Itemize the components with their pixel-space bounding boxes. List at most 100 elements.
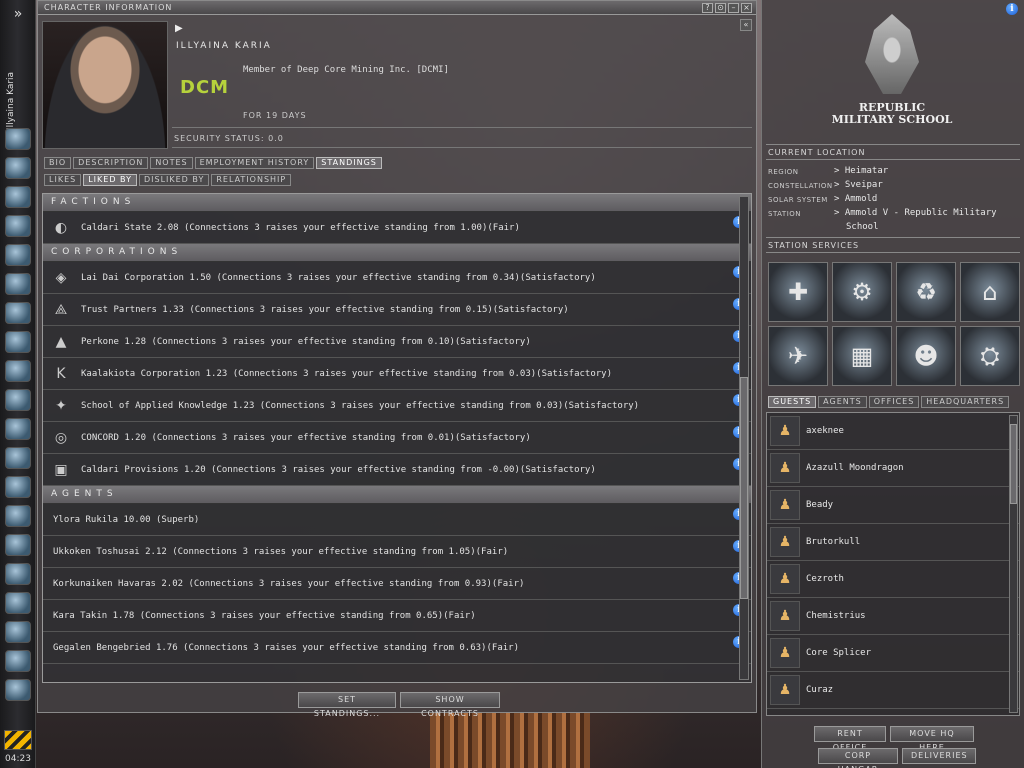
- options-button[interactable]: ⊙: [715, 3, 726, 13]
- corp-hangar-button[interactable]: CORP HANGAR: [818, 748, 898, 768]
- factory-icon[interactable]: ▦: [832, 326, 892, 386]
- market-icon[interactable]: ⌂: [960, 262, 1020, 322]
- station-value[interactable]: > Ammold V - Republic Military: [834, 208, 997, 218]
- tab-standings[interactable]: STANDINGS: [316, 157, 382, 169]
- bounty-office-icon[interactable]: ☻: [896, 326, 956, 386]
- subtab-liked-by[interactable]: LIKED BY: [83, 174, 137, 186]
- solar-system-value[interactable]: > Ammold: [834, 194, 877, 204]
- section-header-corporations[interactable]: CORPORATIONS: [43, 244, 751, 262]
- guest-row[interactable]: ♟ Core Splicer: [767, 635, 1019, 672]
- guest-row[interactable]: ♟ Azazull Moondragon: [767, 450, 1019, 487]
- cargo-icon[interactable]: [5, 389, 31, 411]
- medical-clone-icon[interactable]: ✚: [768, 262, 828, 322]
- pilot-icon[interactable]: ♟: [770, 601, 800, 631]
- tab-bio[interactable]: BIO: [44, 157, 72, 169]
- move-hq-button[interactable]: MOVE HQ HERE: [890, 726, 974, 752]
- station-info-icon[interactable]: i: [1006, 3, 1018, 15]
- deliveries-button[interactable]: DELIVERIES: [902, 748, 976, 764]
- map-icon[interactable]: [5, 244, 31, 266]
- ship-hangar-icon[interactable]: ⛭: [960, 326, 1020, 386]
- pilot-icon[interactable]: ♟: [770, 416, 800, 446]
- neocom-minimize-chevrons[interactable]: [4, 730, 32, 750]
- scrollbar-thumb[interactable]: [740, 377, 748, 599]
- star-map-icon[interactable]: [5, 360, 31, 382]
- collapse-button[interactable]: «: [740, 19, 752, 31]
- standing-row[interactable]: Ukkoken Toshusai 2.12 (Connections 3 rai…: [43, 536, 751, 568]
- pilot-icon[interactable]: ♟: [770, 564, 800, 594]
- guest-row[interactable]: ♟ Brutorkull: [767, 524, 1019, 561]
- standing-row[interactable]: ✦ School of Applied Knowledge 1.23 (Conne…: [43, 390, 751, 422]
- corp-logo[interactable]: DCM: [180, 77, 236, 101]
- subtab-relationship[interactable]: RELATIONSHIP: [211, 174, 292, 186]
- character-portrait[interactable]: [42, 21, 168, 149]
- help-icon[interactable]: [5, 476, 31, 498]
- ship-icon[interactable]: [5, 650, 31, 672]
- standing-row[interactable]: ▲ Perkone 1.28 (Connections 3 raises your…: [43, 326, 751, 358]
- expand-arrow-icon[interactable]: ▶: [175, 23, 183, 34]
- wallet-icon[interactable]: [5, 505, 31, 527]
- standing-row[interactable]: ◈ Lai Dai Corporation 1.50 (Connections 3…: [43, 262, 751, 294]
- skills-icon[interactable]: [5, 418, 31, 440]
- standings-scrollbar[interactable]: [739, 196, 749, 680]
- guest-row[interactable]: ♟ Chemistrius: [767, 598, 1019, 635]
- pilot-icon[interactable]: ♟: [770, 675, 800, 705]
- calculator-icon[interactable]: [5, 447, 31, 469]
- fitting-icon[interactable]: ✈: [768, 326, 828, 386]
- help-desk-icon[interactable]: [5, 534, 31, 556]
- set-standings-button[interactable]: SET STANDINGS...: [298, 692, 396, 718]
- tab-notes[interactable]: NOTES: [150, 157, 193, 169]
- close-button[interactable]: ×: [741, 3, 752, 13]
- minimize-button[interactable]: –: [728, 3, 739, 13]
- standing-row[interactable]: Kara Takin 1.78 (Connections 3 raises yo…: [43, 600, 751, 632]
- rent-office-button[interactable]: RENT OFFICE: [814, 726, 886, 752]
- standing-row[interactable]: Korkunaiken Havaras 2.02 (Connections 3 …: [43, 568, 751, 600]
- station-tab-headquarters[interactable]: HEADQUARTERS: [921, 396, 1010, 408]
- fitting-icon[interactable]: [5, 302, 31, 324]
- tab-employment-history[interactable]: EMPLOYMENT HISTORY: [194, 157, 315, 169]
- pilot-icon[interactable]: ♟: [770, 527, 800, 557]
- standing-row[interactable]: ◐ Caldari State 2.08 (Connections 3 raise…: [43, 212, 751, 244]
- constellation-value[interactable]: > Sveipar: [834, 180, 883, 190]
- neocom-pilot-name[interactable]: Illyaina Karia: [6, 70, 20, 130]
- notepad-icon[interactable]: [5, 186, 31, 208]
- window-titlebar[interactable]: CHARACTER INFORMATION: [38, 1, 756, 15]
- guest-row[interactable]: ♟ Cezroth: [767, 561, 1019, 598]
- scrollbar-thumb[interactable]: [1010, 424, 1017, 504]
- region-value[interactable]: > Heimatar: [834, 166, 888, 176]
- subtab-likes[interactable]: LIKES: [44, 174, 82, 186]
- pilot-icon[interactable]: ♟: [770, 638, 800, 668]
- help-button[interactable]: ?: [702, 3, 713, 13]
- standing-row[interactable]: Gegalen Bengebried 1.76 (Connections 3 r…: [43, 632, 751, 664]
- guest-row[interactable]: ♟ Curaz: [767, 672, 1019, 709]
- guest-row[interactable]: ♟ Beady: [767, 487, 1019, 524]
- character-icon[interactable]: [5, 621, 31, 643]
- standing-row[interactable]: ▣ Caldari Provisions 1.20 (Connections 3 …: [43, 454, 751, 486]
- subtab-disliked-by[interactable]: DISLIKED BY: [138, 174, 210, 186]
- repair-shop-icon[interactable]: ⚙: [832, 262, 892, 322]
- reprocessing-icon[interactable]: ♻: [896, 262, 956, 322]
- assets-icon[interactable]: [5, 273, 31, 295]
- mail-icon[interactable]: [5, 157, 31, 179]
- show-contracts-button[interactable]: SHOW CONTRACTS: [400, 692, 500, 718]
- guests-scrollbar[interactable]: [1009, 415, 1018, 713]
- info-icon[interactable]: [5, 592, 31, 614]
- standing-row[interactable]: ⟁ Trust Partners 1.33 (Connections 3 rais…: [43, 294, 751, 326]
- standing-row[interactable]: K Kaalakiota Corporation 1.23 (Connection…: [43, 358, 751, 390]
- browser-icon[interactable]: [5, 563, 31, 585]
- log-icon[interactable]: [5, 679, 31, 701]
- pilot-icon[interactable]: ♟: [770, 490, 800, 520]
- people-icon[interactable]: [5, 128, 31, 150]
- corp-membership[interactable]: Member of Deep Core Mining Inc. [DCMI]: [243, 65, 449, 75]
- section-header-factions[interactable]: FACTIONS: [43, 194, 751, 212]
- station-tab-offices[interactable]: OFFICES: [868, 396, 920, 408]
- station-tab-agents[interactable]: AGENTS: [818, 396, 867, 408]
- section-header-agents[interactable]: AGENTS: [43, 486, 751, 504]
- market-icon[interactable]: [5, 215, 31, 237]
- station-tab-guests[interactable]: GUESTS: [768, 396, 817, 408]
- standing-row[interactable]: Ylora Rukila 10.00 (Superb)i: [43, 504, 751, 536]
- drones-icon[interactable]: [5, 331, 31, 353]
- neocom-expand-button[interactable]: »: [8, 6, 28, 22]
- tab-description[interactable]: DESCRIPTION: [73, 157, 149, 169]
- station-value-cont[interactable]: School: [846, 222, 879, 232]
- guest-row[interactable]: ♟ axeknee: [767, 413, 1019, 450]
